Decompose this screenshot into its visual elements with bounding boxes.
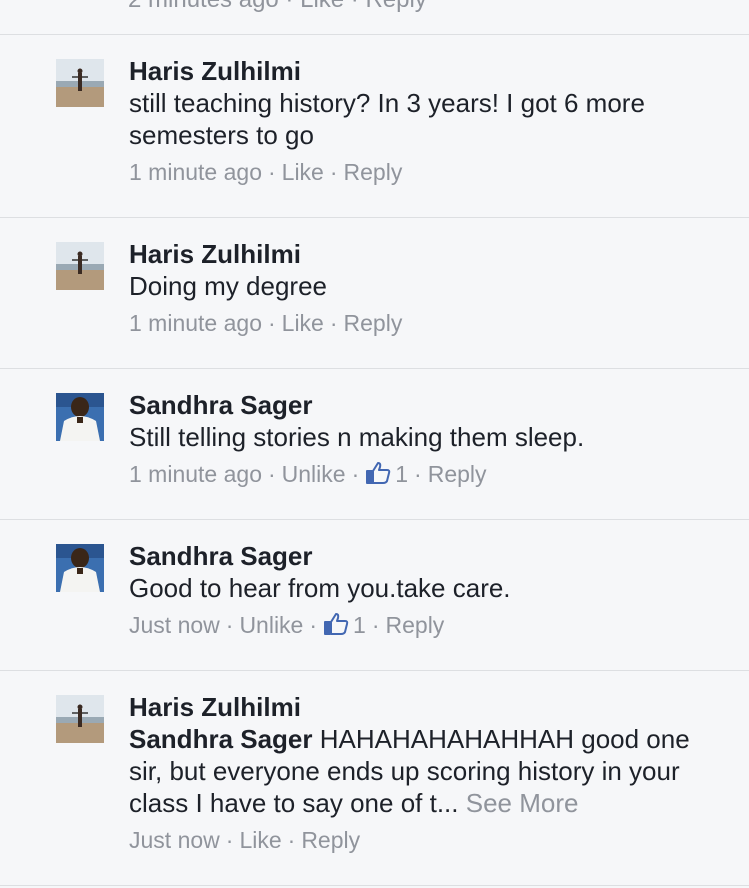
- beach-photo-icon: [56, 695, 104, 743]
- unlike-button[interactable]: Unlike: [282, 461, 346, 487]
- avatar-sandhra[interactable]: [56, 393, 104, 441]
- separator: ·: [329, 310, 338, 336]
- separator: ·: [267, 310, 276, 336]
- comment: Sandhra Sager Good to hear from you.take…: [0, 520, 749, 671]
- comment-author[interactable]: Sandhra Sager: [129, 389, 725, 421]
- comment: Haris Zulhilmi still teaching history? I…: [0, 35, 749, 218]
- reply-button[interactable]: Reply: [386, 612, 445, 638]
- comment-author[interactable]: Sandhra Sager: [129, 540, 725, 572]
- comment-text: Good to hear from you.take care.: [129, 573, 511, 603]
- comment: Haris Zulhilmi Sandhra Sager HAHAHAHAHAH…: [0, 671, 749, 886]
- see-more-link[interactable]: See More: [466, 788, 579, 818]
- beach-photo-icon: [56, 242, 104, 290]
- comment-author[interactable]: Haris Zulhilmi: [129, 238, 725, 270]
- separator: ·: [329, 159, 338, 185]
- comment: Haris Zulhilmi Doing my degree 1 minute …: [0, 218, 749, 369]
- comment-time[interactable]: 1 minute ago: [129, 159, 262, 185]
- comment-meta: Just now · Like · Reply: [129, 825, 725, 855]
- avatar-sandhra[interactable]: [56, 544, 104, 592]
- comment-time[interactable]: 1 minute ago: [129, 310, 262, 336]
- comment: Sandhra Sager Still telling stories n ma…: [0, 369, 749, 520]
- reply-button[interactable]: Reply: [344, 310, 403, 336]
- reply-button[interactable]: Reply: [344, 159, 403, 185]
- like-button[interactable]: Like: [239, 827, 281, 853]
- beach-photo-icon: [56, 59, 104, 107]
- separator: ·: [309, 612, 318, 638]
- comment-time[interactable]: Just now: [129, 827, 220, 853]
- separator: ·: [267, 159, 276, 185]
- comment-author[interactable]: Haris Zulhilmi: [129, 55, 725, 87]
- comment-meta: 1 minute ago · Like · Reply: [129, 308, 725, 338]
- comment-text: Doing my degree: [129, 271, 327, 301]
- thumbs-up-icon[interactable]: [323, 612, 349, 636]
- portrait-photo-icon: [56, 393, 104, 441]
- reply-button[interactable]: Reply: [301, 827, 360, 853]
- like-count[interactable]: 1: [353, 612, 366, 638]
- comment-time[interactable]: 1 minute ago: [129, 461, 262, 487]
- mention-link[interactable]: Sandhra Sager: [129, 724, 313, 754]
- portrait-photo-icon: [56, 544, 104, 592]
- comment-meta: 1 minute ago · Like · Reply: [129, 157, 725, 187]
- unlike-button[interactable]: Unlike: [239, 612, 303, 638]
- comment-text: Still telling stories n making them slee…: [129, 422, 585, 452]
- separator: ·: [351, 461, 360, 487]
- comment-text: Sandhra Sager HAHAHAHAHAHHAH good one si…: [129, 723, 725, 819]
- avatar-haris[interactable]: [56, 59, 104, 107]
- previous-comment-meta: 2 minutes ago · Like · Reply: [128, 0, 427, 14]
- comment-text: still teaching history? In 3 years! I go…: [129, 88, 645, 150]
- comment-time[interactable]: Just now: [129, 612, 220, 638]
- like-button[interactable]: Like: [282, 159, 324, 185]
- comment-meta: Just now · Unlike · 1 · Reply: [129, 610, 725, 640]
- comment-meta: 1 minute ago · Unlike · 1 · Reply: [129, 459, 725, 489]
- separator: ·: [225, 827, 234, 853]
- reply-button[interactable]: Reply: [428, 461, 487, 487]
- like-button[interactable]: Like: [282, 310, 324, 336]
- separator: ·: [225, 612, 234, 638]
- separator: ·: [267, 461, 276, 487]
- comment-author[interactable]: Haris Zulhilmi: [129, 691, 725, 723]
- thumbs-up-icon[interactable]: [365, 461, 391, 485]
- avatar-haris[interactable]: [56, 242, 104, 290]
- separator: ·: [414, 461, 422, 487]
- avatar-haris[interactable]: [56, 695, 104, 743]
- separator: ·: [287, 827, 296, 853]
- like-count[interactable]: 1: [395, 461, 408, 487]
- separator: ·: [371, 612, 380, 638]
